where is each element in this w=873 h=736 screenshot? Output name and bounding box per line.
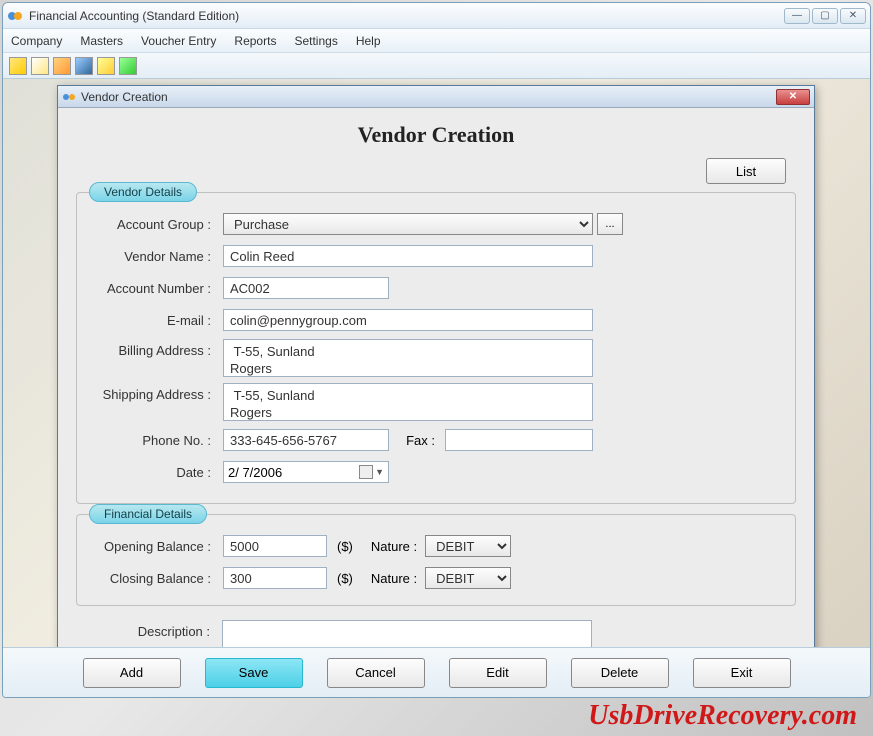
menu-settings[interactable]: Settings <box>294 34 337 48</box>
opening-nature-label: Nature : <box>371 539 425 554</box>
toolbar-icon-6[interactable] <box>119 57 137 75</box>
vendor-details-legend: Vendor Details <box>89 182 197 202</box>
phone-label: Phone No. : <box>93 433 223 448</box>
account-group-label: Account Group : <box>93 217 223 232</box>
fax-label: Fax : <box>389 433 445 448</box>
opening-balance-label: Opening Balance : <box>93 539 223 554</box>
vendor-details-fieldset: Vendor Details Account Group : Purchase … <box>76 192 796 504</box>
closing-nature-label: Nature : <box>371 571 425 586</box>
vendor-creation-dialog: Vendor Creation ✕ Vendor Creation List V… <box>57 85 815 653</box>
add-button[interactable]: Add <box>83 658 181 688</box>
date-value: 2/ 7/2006 <box>228 465 282 480</box>
closing-balance-label: Closing Balance : <box>93 571 223 586</box>
toolbar-icon-2[interactable] <box>31 57 49 75</box>
email-label: E-mail : <box>93 313 223 328</box>
description-label: Description : <box>92 620 222 639</box>
menu-company[interactable]: Company <box>11 34 62 48</box>
account-number-label: Account Number : <box>93 281 223 296</box>
date-picker[interactable]: 2/ 7/2006 ▼ <box>223 461 389 483</box>
closing-balance-input[interactable] <box>223 567 327 589</box>
close-app-button[interactable]: ✕ <box>840 8 866 24</box>
account-group-browse-button[interactable]: ... <box>597 213 623 235</box>
action-buttons-bar: Add Save Cancel Edit Delete Exit <box>3 647 870 697</box>
menu-masters[interactable]: Masters <box>80 34 123 48</box>
toolbar-icon-5[interactable] <box>97 57 115 75</box>
opening-balance-input[interactable] <box>223 535 327 557</box>
menu-voucher-entry[interactable]: Voucher Entry <box>141 34 216 48</box>
date-label: Date : <box>93 465 223 480</box>
billing-address-input[interactable]: T-55, Sunland Rogers <box>223 339 593 377</box>
email-input[interactable] <box>223 309 593 331</box>
dialog-title: Vendor Creation <box>81 90 776 104</box>
app-title: Financial Accounting (Standard Edition) <box>29 9 784 23</box>
toolbar-icon-1[interactable] <box>9 57 27 75</box>
app-window: Financial Accounting (Standard Edition) … <box>2 2 871 698</box>
edit-button[interactable]: Edit <box>449 658 547 688</box>
minimize-button[interactable]: — <box>784 8 810 24</box>
toolbar-icon-4[interactable] <box>75 57 93 75</box>
menu-reports[interactable]: Reports <box>234 34 276 48</box>
delete-button[interactable]: Delete <box>571 658 669 688</box>
list-button[interactable]: List <box>706 158 786 184</box>
chevron-down-icon[interactable]: ▼ <box>375 467 384 477</box>
toolbar <box>3 53 870 79</box>
app-icon <box>7 8 23 24</box>
fax-input[interactable] <box>445 429 593 451</box>
cancel-button[interactable]: Cancel <box>327 658 425 688</box>
financial-details-fieldset: Financial Details Opening Balance : ($) … <box>76 514 796 606</box>
vendor-name-input[interactable] <box>223 245 593 267</box>
shipping-address-label: Shipping Address : <box>93 383 223 402</box>
toolbar-icon-3[interactable] <box>53 57 71 75</box>
window-controls: — ▢ ✕ <box>784 8 866 24</box>
maximize-button[interactable]: ▢ <box>812 8 838 24</box>
menu-help[interactable]: Help <box>356 34 381 48</box>
calendar-icon[interactable] <box>359 465 373 479</box>
opening-currency-label: ($) <box>327 539 371 554</box>
closing-nature-select[interactable]: DEBIT <box>425 567 511 589</box>
watermark: UsbDriveRecovery.com <box>588 700 857 732</box>
opening-nature-select[interactable]: DEBIT <box>425 535 511 557</box>
save-button[interactable]: Save <box>205 658 303 688</box>
dialog-close-button[interactable]: ✕ <box>776 89 810 105</box>
dialog-heading: Vendor Creation <box>58 108 814 158</box>
financial-details-legend: Financial Details <box>89 504 207 524</box>
phone-input[interactable] <box>223 429 389 451</box>
menubar: Company Masters Voucher Entry Reports Se… <box>3 29 870 53</box>
closing-currency-label: ($) <box>327 571 371 586</box>
dialog-titlebar: Vendor Creation ✕ <box>58 86 814 108</box>
workspace: Vendor Creation ✕ Vendor Creation List V… <box>3 79 870 697</box>
billing-address-label: Billing Address : <box>93 339 223 358</box>
account-group-select[interactable]: Purchase <box>223 213 593 235</box>
shipping-address-input[interactable]: T-55, Sunland Rogers <box>223 383 593 421</box>
exit-button[interactable]: Exit <box>693 658 791 688</box>
dialog-icon <box>62 90 76 104</box>
vendor-name-label: Vendor Name : <box>93 249 223 264</box>
account-number-input[interactable] <box>223 277 389 299</box>
titlebar: Financial Accounting (Standard Edition) … <box>3 3 870 29</box>
